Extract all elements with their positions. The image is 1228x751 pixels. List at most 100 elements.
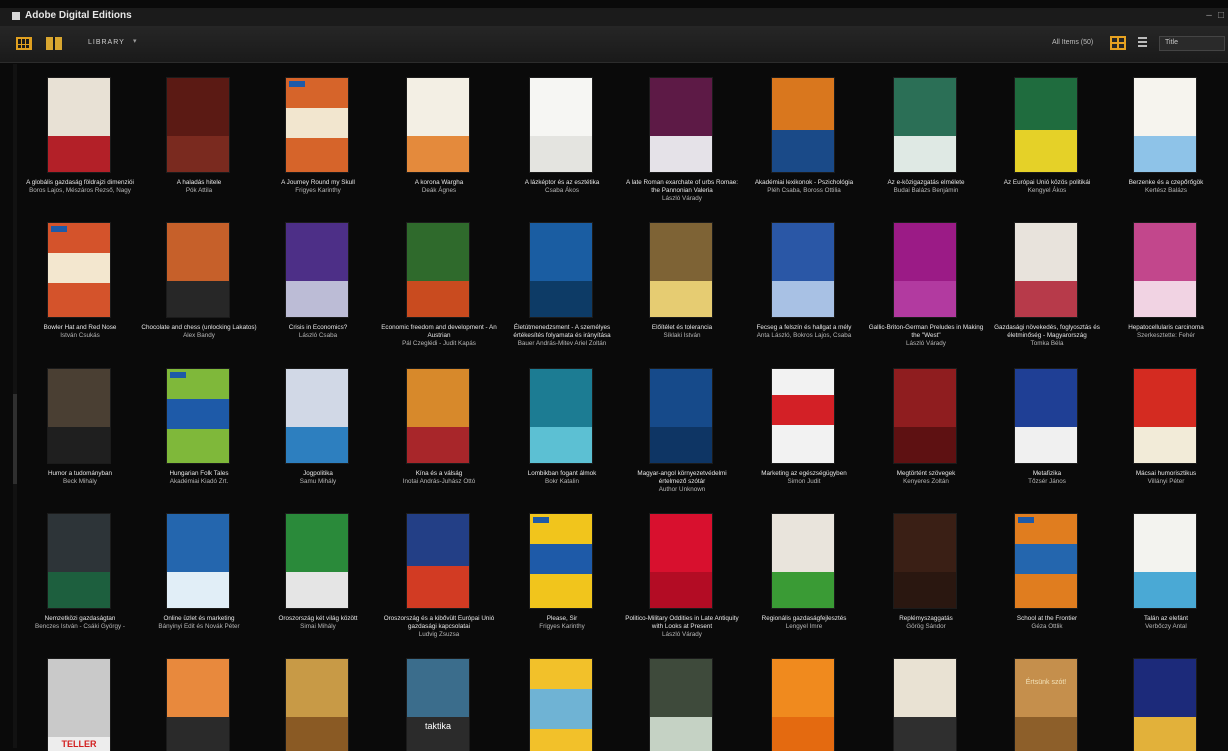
minimize-button[interactable]: – <box>1204 8 1214 24</box>
reading-view-icon[interactable] <box>46 37 62 50</box>
book-cover[interactable] <box>650 514 712 608</box>
book-cover[interactable] <box>772 514 834 608</box>
sort-by-value: Title <box>1165 39 1178 46</box>
book-cover[interactable] <box>772 223 834 317</box>
book-cover[interactable] <box>48 78 110 172</box>
book-cover[interactable] <box>894 369 956 463</box>
book-meta: A haladás hitele Pók Attila <box>140 179 258 195</box>
book-cover[interactable] <box>48 514 110 608</box>
book-cover[interactable] <box>530 223 592 317</box>
publisher-logo <box>170 372 186 378</box>
book-cover[interactable] <box>894 514 956 608</box>
book-meta: A Journey Round my Skull Frigyes Karinthy <box>259 179 377 195</box>
book-title: Jogpolitika <box>303 470 333 477</box>
book-title: A korona Wargha <box>414 179 464 186</box>
book-cover[interactable] <box>167 78 229 172</box>
cover-art <box>167 399 229 429</box>
book-title: Az Európai Unió közös politikái <box>1003 179 1091 186</box>
book-cover[interactable] <box>407 78 469 172</box>
cover-art <box>1015 281 1077 317</box>
book-cover[interactable] <box>286 514 348 608</box>
book-cover[interactable] <box>530 78 592 172</box>
book-cover[interactable] <box>167 514 229 608</box>
cover-art <box>407 427 469 463</box>
book-cover[interactable] <box>1015 514 1077 608</box>
book-author: Pók Attila <box>185 187 213 194</box>
book-cover[interactable] <box>1134 223 1196 317</box>
book-meta: A korona Wargha Deák Ágnes <box>380 179 498 195</box>
book-meta: Marketing az egészségügyben Simon Judit <box>745 470 863 486</box>
book-cover[interactable] <box>1015 223 1077 317</box>
cover-art <box>772 717 834 751</box>
book-meta: Please, Sir Frigyes Karinthy <box>503 615 621 631</box>
cover-art <box>286 427 348 463</box>
book-cover[interactable] <box>772 659 834 751</box>
book-cover[interactable] <box>1134 78 1196 172</box>
book-meta: Nemzetközi gazdaságtan Benczes István - C… <box>21 615 139 631</box>
book-title: A lázképtor és az esztétika <box>524 179 600 186</box>
book-cover[interactable] <box>286 659 348 751</box>
book-cover[interactable] <box>407 369 469 463</box>
maximize-button[interactable]: □ <box>1216 8 1226 24</box>
book-cover[interactable]: TELLER <box>48 659 110 751</box>
book-cover[interactable] <box>772 78 834 172</box>
toolbar: LIBRARY ▾ All Items (50) Title <box>0 26 1228 63</box>
book-author: Lengyel Imre <box>785 623 823 630</box>
sort-by-select[interactable]: Title <box>1159 36 1225 51</box>
book-cover[interactable] <box>1015 369 1077 463</box>
book-cover[interactable] <box>894 659 956 751</box>
book-cover[interactable] <box>530 514 592 608</box>
cover-art <box>530 136 592 172</box>
book-cover[interactable] <box>407 514 469 608</box>
book-cover[interactable] <box>1134 659 1196 751</box>
library-dropdown-label[interactable]: LIBRARY <box>88 39 125 46</box>
book-cover[interactable] <box>772 369 834 463</box>
book-author: Géza Ottlik <box>1031 623 1063 630</box>
book-title: A globális gazdaság földrajzi dimenziói <box>26 179 134 186</box>
thumbnail-view-icon[interactable] <box>1110 36 1126 50</box>
book-meta: Crisis in Economics? László Csaba <box>259 324 377 340</box>
cover-label: Értsünk szót! <box>1025 679 1067 686</box>
book-cover[interactable] <box>650 223 712 317</box>
book-cover[interactable] <box>1134 514 1196 608</box>
book-cover[interactable] <box>530 659 592 751</box>
book-cover[interactable] <box>894 78 956 172</box>
book-cover[interactable] <box>1134 369 1196 463</box>
book-cover[interactable]: Értsünk szót! <box>1015 659 1077 751</box>
library-view-icon[interactable] <box>16 37 32 50</box>
book-cover[interactable] <box>48 369 110 463</box>
book-author: Simon Judit <box>787 478 821 485</box>
chevron-down-icon[interactable]: ▾ <box>133 37 137 45</box>
book-meta: Lombikban fogant álmok Bokr Katalin <box>503 470 621 486</box>
cover-art <box>48 253 110 283</box>
title-bar: Adobe Digital Editions – □ <box>0 8 1228 26</box>
book-meta: A late Roman exarchate of urbs Romae: th… <box>623 179 741 203</box>
list-view-icon[interactable] <box>1138 36 1147 50</box>
book-cover[interactable] <box>286 369 348 463</box>
book-cover[interactable] <box>167 369 229 463</box>
book-title: School at the Frontier <box>1016 615 1078 622</box>
book-meta: A globális gazdaság földrajzi dimenziói B… <box>21 179 139 195</box>
book-cover[interactable] <box>286 78 348 172</box>
book-cover[interactable] <box>894 223 956 317</box>
book-cover[interactable]: taktika <box>407 659 469 751</box>
book-cover[interactable] <box>650 659 712 751</box>
book-author: Verbőczy Antal <box>1145 623 1187 630</box>
book-cover[interactable] <box>167 223 229 317</box>
cover-art <box>167 281 229 317</box>
book-author: Kengyel Ákos <box>1027 187 1067 194</box>
book-cover[interactable] <box>530 369 592 463</box>
book-cover[interactable] <box>1015 78 1077 172</box>
book-cover[interactable] <box>650 369 712 463</box>
book-author: István Csukás <box>60 332 100 339</box>
book-cover[interactable] <box>286 223 348 317</box>
book-cover[interactable] <box>650 78 712 172</box>
book-meta: Életútmenedzsment - A személyes értékesí… <box>503 324 621 348</box>
book-cover[interactable] <box>167 659 229 751</box>
book-meta: Az Európai Unió közös politikái Kengyel Á… <box>988 179 1106 195</box>
cover-art <box>286 281 348 317</box>
cover-art <box>894 572 956 608</box>
book-cover[interactable] <box>48 223 110 317</box>
book-cover[interactable] <box>407 223 469 317</box>
cover-art <box>286 572 348 608</box>
